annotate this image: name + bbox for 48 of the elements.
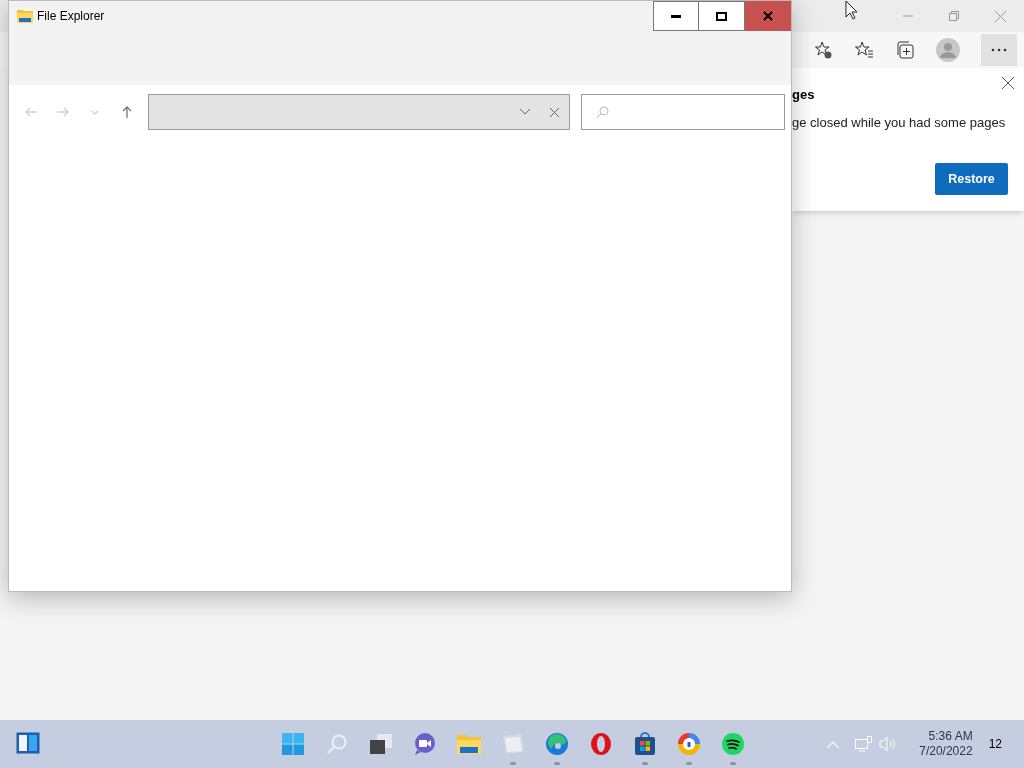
windows-logo-icon xyxy=(281,732,305,756)
network-icon[interactable] xyxy=(855,736,874,752)
running-indicator xyxy=(554,762,560,765)
running-indicator xyxy=(510,762,516,765)
collections-icon[interactable] xyxy=(895,40,915,60)
running-indicator xyxy=(686,762,692,765)
address-bar[interactable] xyxy=(148,94,570,130)
clock-time[interactable]: 5:36 AM xyxy=(928,729,973,744)
search-icon xyxy=(326,733,348,755)
maximize-icon xyxy=(716,11,727,21)
store-bag-icon xyxy=(633,732,657,756)
restore-icon[interactable] xyxy=(949,11,959,21)
close-button[interactable] xyxy=(745,1,791,31)
search-field[interactable] xyxy=(581,94,785,130)
restore-button[interactable]: Restore xyxy=(935,163,1008,195)
running-indicator xyxy=(730,762,736,765)
notification-count[interactable]: 12 xyxy=(988,735,1002,753)
minimize-icon xyxy=(671,14,681,18)
favorites-icon[interactable] xyxy=(854,40,874,60)
task-view-icon xyxy=(369,733,393,755)
chevron-down-icon[interactable] xyxy=(520,109,530,115)
spotify-icon xyxy=(721,732,745,756)
clear-icon[interactable] xyxy=(550,107,559,117)
popup-message: ge closed while you had some pages xyxy=(792,113,1007,132)
profile-avatar-icon[interactable] xyxy=(936,38,960,62)
browser-wave-icon xyxy=(545,732,569,756)
photos-icon xyxy=(501,733,525,755)
speaker-icon[interactable] xyxy=(879,736,898,752)
mouse-cursor-icon xyxy=(845,0,859,20)
close-icon xyxy=(763,11,773,21)
search-icon xyxy=(596,105,609,119)
ellipsis-icon xyxy=(991,48,1007,52)
folder-icon xyxy=(17,9,33,23)
window-title: File Explorer xyxy=(37,8,105,25)
close-icon[interactable] xyxy=(1002,77,1014,89)
minimize-button[interactable] xyxy=(653,1,699,31)
popup-heading: ges xyxy=(792,86,816,104)
video-chat-icon xyxy=(413,732,437,756)
folder-icon xyxy=(456,733,482,755)
star-add-icon[interactable] xyxy=(813,40,833,60)
opera-o-icon xyxy=(589,732,613,756)
maximize-button[interactable] xyxy=(699,1,745,31)
widgets-icon xyxy=(16,732,40,754)
running-indicator xyxy=(642,762,648,765)
chevron-up-icon[interactable] xyxy=(827,740,840,748)
shield-lock-icon xyxy=(677,732,701,756)
widgets-button[interactable] xyxy=(16,732,40,754)
clock-date[interactable]: 7/20/2022 xyxy=(919,744,973,759)
